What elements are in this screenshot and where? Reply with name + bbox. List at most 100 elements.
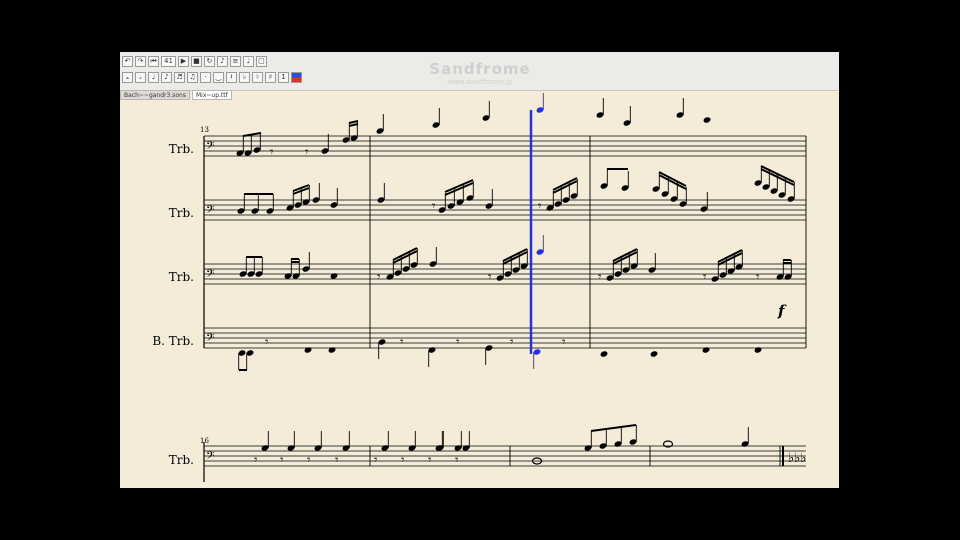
note: [711, 262, 719, 282]
bass-clef-icon: 𝄢: [206, 204, 214, 219]
score-canvas[interactable]: Trb. Trb. Trb. B. Trb. 13 Trb. 16 f 𝄢𝄢𝄢𝄢…: [120, 52, 839, 488]
instrument-label-trb-1: Trb.: [169, 142, 194, 156]
bass-clef-icon: 𝄢: [206, 268, 214, 283]
note: [246, 350, 254, 370]
note: [787, 182, 795, 202]
beam: [552, 180, 578, 194]
note: [237, 194, 245, 214]
beam: [717, 249, 743, 263]
note: [261, 431, 269, 451]
note: [238, 350, 246, 370]
note: [266, 194, 274, 214]
note: [342, 431, 350, 451]
beam: [658, 171, 687, 187]
instrument-label-trb-3: Trb.: [169, 270, 194, 284]
note: [376, 114, 384, 134]
beam: [552, 177, 578, 191]
note: [330, 273, 338, 279]
note: [429, 247, 437, 267]
note: [432, 108, 440, 128]
note: [428, 347, 436, 367]
note: [304, 347, 312, 353]
note: [381, 431, 389, 451]
rest: 𝄾: [254, 453, 258, 468]
note: [596, 98, 604, 118]
note: [462, 431, 470, 451]
note: [302, 252, 310, 272]
notes[interactable]: 𝄾 𝄾 𝄾 𝄾 𝄾 𝄾 𝄾 𝄾 𝄾 𝄾 𝄾 𝄾 𝄾 𝄾 𝄾 𝄾 𝄾 𝄾 𝄾 𝄾 𝄾 𝄾: [236, 93, 796, 468]
note: [239, 257, 247, 277]
dynamic-forte: f: [777, 302, 787, 320]
note: [287, 431, 295, 451]
rest: 𝄾: [280, 453, 284, 468]
beam: [444, 179, 474, 193]
rest: 𝄾: [456, 335, 460, 350]
rest: 𝄾: [703, 270, 707, 285]
beam: [392, 250, 418, 264]
note: [676, 98, 684, 118]
note: [623, 106, 631, 126]
beam: [612, 248, 638, 262]
note: [599, 429, 607, 449]
beam: [348, 120, 359, 124]
note: [584, 431, 592, 451]
note: [485, 345, 493, 365]
highlighted-note-2: [536, 235, 544, 255]
rest: 𝄾: [374, 453, 378, 468]
note: [247, 257, 255, 277]
rest: 𝄾: [756, 270, 760, 285]
rest: 𝄾: [305, 145, 309, 160]
note: [314, 431, 322, 451]
rest: 𝄾: [377, 270, 381, 285]
instrument-label-btrb: B. Trb.: [152, 334, 194, 348]
note: [741, 427, 749, 447]
instrument-label-trb-2: Trb.: [169, 206, 194, 220]
note: [342, 123, 350, 143]
note: [377, 183, 385, 203]
note: [776, 260, 784, 280]
measure-number-13: 13: [200, 126, 209, 134]
beam: [590, 424, 637, 432]
note: [650, 351, 658, 357]
rest: 𝄾: [455, 453, 459, 468]
note: [679, 187, 687, 207]
note: [436, 431, 444, 451]
note: [482, 101, 490, 121]
note: [600, 169, 608, 189]
rest: 𝄾: [270, 145, 274, 160]
note: [621, 171, 629, 191]
rest: 𝄾: [510, 335, 514, 350]
rest: 𝄾: [307, 453, 311, 468]
bass-clef-icon: 𝄢: [206, 332, 214, 347]
rest: 𝄾: [598, 270, 602, 285]
rest: 𝄾: [432, 199, 436, 214]
note: [629, 425, 637, 445]
beam: [502, 251, 528, 265]
beam: [658, 174, 687, 190]
note: [754, 347, 762, 353]
note: [702, 347, 710, 353]
note: [703, 117, 711, 123]
note: [485, 189, 493, 209]
note: [408, 431, 416, 451]
highlighted-note: [536, 93, 544, 113]
note: [546, 191, 554, 211]
rest: 𝄾: [265, 335, 269, 350]
staff-1: 𝄢: [204, 199, 806, 221]
note: [255, 257, 263, 277]
note: [700, 192, 708, 212]
rest: 𝄾: [428, 453, 432, 468]
rest: 𝄾: [488, 270, 492, 285]
rest: 𝄾: [335, 453, 339, 468]
staff-0: 𝄢: [204, 135, 806, 157]
staff-s2: 𝄢: [204, 445, 806, 467]
beam: [444, 182, 474, 196]
rest: 𝄾: [562, 335, 566, 350]
rest: 𝄾: [538, 199, 542, 214]
score-editor-window: ↶ ↷ ⏮ 41 ▶ ■ ↻ ♪ ≡ ♩ ▢ 𝅝 𝅗 ♩ ♪ ♬ ♫ · ‿ 𝄽…: [120, 52, 839, 488]
beam: [348, 123, 359, 127]
staff-3: 𝄢: [204, 327, 806, 349]
note: [648, 253, 656, 273]
bass-clef-icon: 𝄢: [206, 140, 214, 155]
measure-number-16: 16: [200, 437, 209, 445]
